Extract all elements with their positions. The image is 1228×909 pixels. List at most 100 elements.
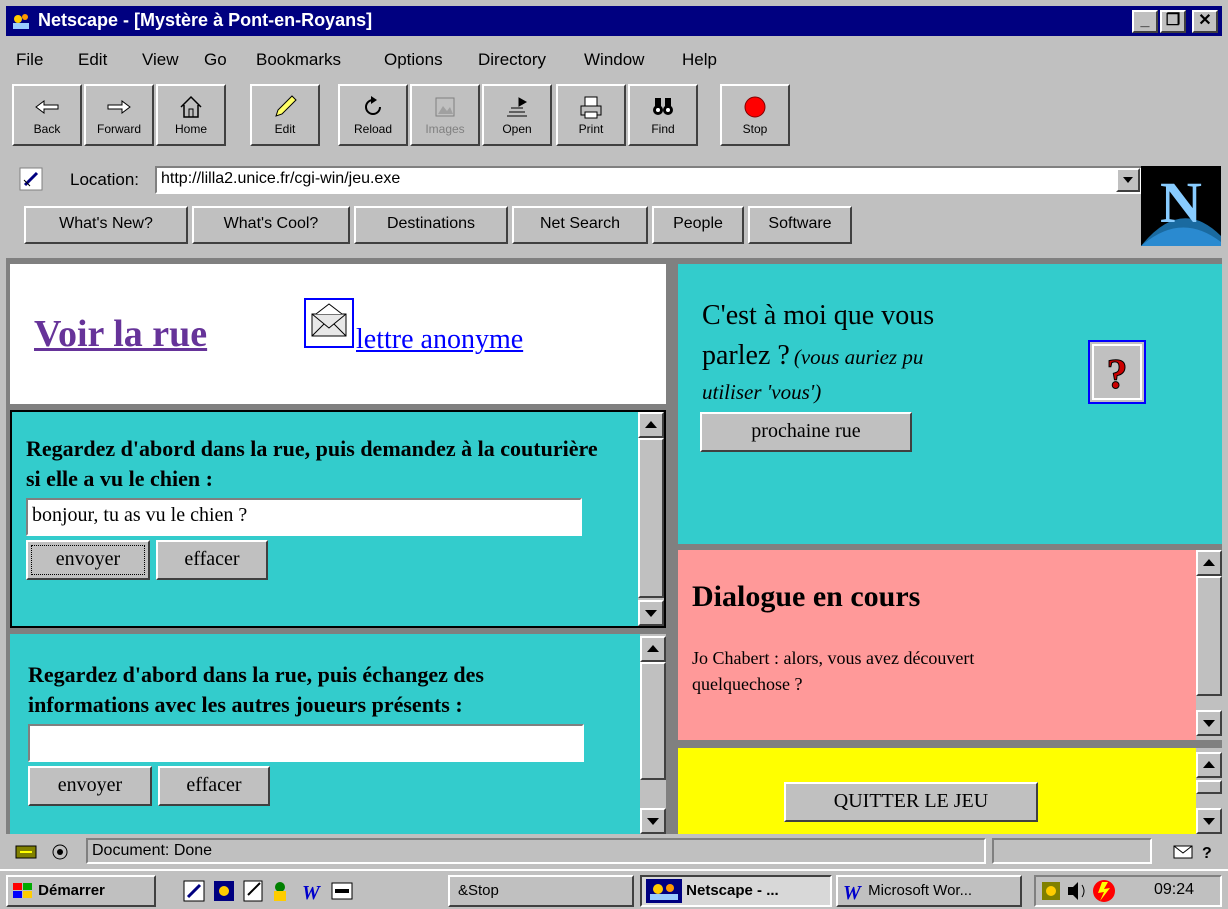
mail-icon[interactable]: ? bbox=[1172, 840, 1212, 862]
scroll-down-arrow-icon[interactable] bbox=[1196, 808, 1222, 834]
envelope-icon[interactable] bbox=[304, 298, 354, 348]
find-button[interactable]: Find bbox=[628, 84, 698, 146]
images-button[interactable]: Images bbox=[410, 84, 480, 146]
scroll-up-arrow-icon[interactable] bbox=[640, 636, 666, 662]
printer-icon bbox=[558, 92, 624, 122]
status-bar: Document: Done ? bbox=[6, 836, 1222, 866]
back-button[interactable]: Back bbox=[12, 84, 82, 146]
navigation-frame: Voir la rue lettre anonyme bbox=[10, 264, 666, 404]
scrollbar-thumb[interactable] bbox=[640, 662, 666, 780]
response-note-line2: utiliser 'vous') bbox=[702, 380, 822, 404]
form2-clear-button[interactable]: effacer bbox=[158, 766, 270, 806]
home-icon bbox=[158, 92, 224, 122]
scroll-up-arrow-icon[interactable] bbox=[1196, 752, 1222, 778]
stop-sign-icon bbox=[722, 92, 788, 122]
close-button[interactable]: ✕ bbox=[1192, 10, 1218, 33]
word-icon: W bbox=[843, 882, 862, 904]
scroll-up-arrow-icon[interactable] bbox=[1196, 550, 1222, 576]
menu-options[interactable]: Options bbox=[384, 50, 443, 70]
home-button[interactable]: Home bbox=[156, 84, 226, 146]
whats-cool-button[interactable]: What's Cool? bbox=[192, 206, 350, 244]
open-button[interactable]: Open bbox=[482, 84, 552, 146]
scrollbar-thumb[interactable] bbox=[1196, 576, 1222, 696]
people-button[interactable]: People bbox=[652, 206, 744, 244]
form2-scrollbar[interactable] bbox=[640, 634, 666, 834]
stop-button[interactable]: Stop bbox=[720, 84, 790, 146]
quick-launch-icon[interactable] bbox=[214, 881, 234, 901]
dialogue-frame: Dialogue en cours Jo Chabert : alors, vo… bbox=[678, 550, 1222, 740]
windows-taskbar: Démarrer W &Stop Netscape - ... W Micros… bbox=[0, 869, 1228, 909]
scroll-down-arrow-icon[interactable] bbox=[640, 808, 666, 834]
form1-message-input[interactable]: bonjour, tu as vu le chien ? bbox=[26, 498, 582, 536]
svg-text:?: ? bbox=[1107, 352, 1128, 398]
task-netscape[interactable]: Netscape - ... bbox=[640, 875, 832, 907]
quick-launch-icon[interactable] bbox=[331, 882, 353, 900]
form2-message-input[interactable] bbox=[28, 724, 584, 762]
scroll-up-arrow-icon[interactable] bbox=[638, 412, 664, 438]
scroll-down-arrow-icon[interactable] bbox=[1196, 710, 1222, 736]
quit-scrollbar[interactable] bbox=[1196, 748, 1222, 834]
dialogue-scrollbar[interactable] bbox=[1196, 550, 1222, 740]
menu-bookmarks[interactable]: Bookmarks bbox=[256, 50, 341, 70]
next-street-button[interactable]: prochaine rue bbox=[700, 412, 912, 452]
security-key-icon[interactable] bbox=[14, 840, 78, 862]
task-word[interactable]: W Microsoft Wor... bbox=[836, 875, 1022, 907]
netscape-logo[interactable]: N bbox=[1141, 166, 1221, 246]
volume-icon[interactable] bbox=[1068, 882, 1085, 900]
response-heading-line2: parlez ? (vous auriez pu bbox=[702, 340, 924, 371]
svg-text:?: ? bbox=[1202, 845, 1212, 862]
menu-edit[interactable]: Edit bbox=[78, 50, 107, 70]
form1-scrollbar[interactable] bbox=[638, 412, 664, 626]
anonymous-letter-link[interactable]: lettre anonyme bbox=[356, 324, 523, 356]
link-chain-icon[interactable] bbox=[18, 166, 44, 192]
menu-directory[interactable]: Directory bbox=[478, 50, 546, 70]
quick-launch-icons: W bbox=[180, 877, 390, 905]
back-arrow-icon bbox=[14, 92, 80, 122]
net-search-button[interactable]: Net Search bbox=[512, 206, 648, 244]
tray-flash-icon[interactable] bbox=[1093, 880, 1115, 902]
see-street-link[interactable]: Voir la rue bbox=[34, 312, 207, 356]
question-mark-icon[interactable]: ? bbox=[1088, 340, 1146, 404]
location-input[interactable]: http://lilla2.unice.fr/cgi-win/jeu.exe bbox=[155, 166, 1145, 194]
menu-help[interactable]: Help bbox=[682, 50, 717, 70]
location-label: Location: bbox=[70, 170, 139, 189]
quit-game-button[interactable]: QUITTER LE JEU bbox=[784, 782, 1038, 822]
edit-button[interactable]: Edit bbox=[250, 84, 320, 146]
scrollbar-thumb[interactable] bbox=[638, 438, 664, 598]
quick-launch-icon[interactable] bbox=[243, 880, 263, 902]
system-tray: 09:24 bbox=[1034, 875, 1222, 907]
whats-new-button[interactable]: What's New? bbox=[24, 206, 188, 244]
print-button[interactable]: Print bbox=[556, 84, 626, 146]
forward-button[interactable]: Forward bbox=[84, 84, 154, 146]
quick-launch-icon[interactable] bbox=[183, 880, 205, 902]
pencil-icon bbox=[252, 92, 318, 122]
form1-send-button[interactable]: envoyer bbox=[26, 540, 150, 580]
destinations-button[interactable]: Destinations bbox=[354, 206, 508, 244]
dialogue-line: Jo Chabert : alors, vous avez découvert bbox=[692, 648, 975, 668]
chevron-down-icon bbox=[1123, 177, 1133, 183]
svg-text:W: W bbox=[302, 882, 321, 904]
menu-view[interactable]: View bbox=[142, 50, 179, 70]
form1-clear-button[interactable]: effacer bbox=[156, 540, 268, 580]
quick-launch-icon[interactable]: W bbox=[302, 882, 321, 904]
reload-button[interactable]: Reload bbox=[338, 84, 408, 146]
quick-launch-icon[interactable] bbox=[274, 882, 286, 901]
response-frame: C'est à moi que vous parlez ? (vous auri… bbox=[678, 264, 1222, 544]
restore-button[interactable]: ❐ bbox=[1160, 10, 1186, 33]
task-stop[interactable]: &Stop bbox=[448, 875, 634, 907]
window-title: Netscape - [Mystère à Pont-en-Royans] bbox=[38, 10, 373, 30]
start-button[interactable]: Démarrer bbox=[6, 875, 156, 907]
dialogue-line: quelquechose ? bbox=[692, 674, 803, 694]
menu-file[interactable]: File bbox=[16, 50, 43, 70]
netscape-app-icon[interactable] bbox=[10, 10, 32, 32]
scrollbar-thumb[interactable] bbox=[1196, 780, 1222, 794]
location-dropdown-button[interactable] bbox=[1116, 168, 1140, 192]
scroll-down-arrow-icon[interactable] bbox=[638, 600, 664, 626]
tray-network-icon[interactable] bbox=[1042, 882, 1060, 900]
menu-go[interactable]: Go bbox=[204, 50, 227, 70]
form2-send-button[interactable]: envoyer bbox=[28, 766, 152, 806]
software-button[interactable]: Software bbox=[748, 206, 852, 244]
minimize-button[interactable]: _ bbox=[1132, 10, 1158, 33]
menu-window[interactable]: Window bbox=[584, 50, 644, 70]
forward-arrow-icon bbox=[86, 92, 152, 122]
